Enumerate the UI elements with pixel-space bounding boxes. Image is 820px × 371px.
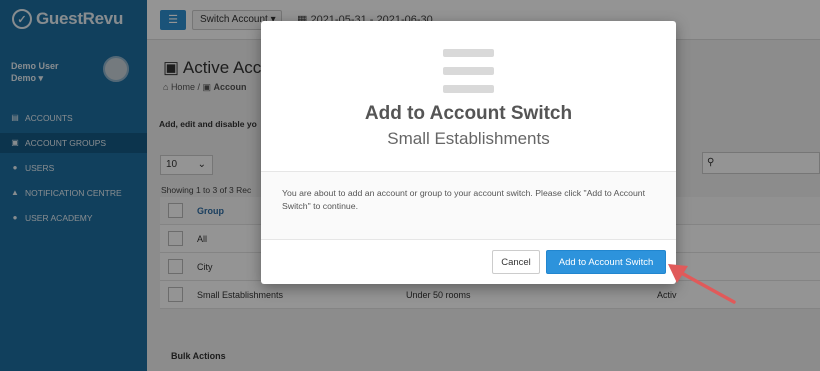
divider xyxy=(261,239,676,240)
dialog-message: You are about to add an account or group… xyxy=(282,188,646,211)
list-icon xyxy=(443,49,494,93)
cancel-button[interactable]: Cancel xyxy=(492,250,540,274)
add-to-account-switch-dialog: Add to Account Switch Small Establishmen… xyxy=(261,21,676,284)
annotation-arrow-icon xyxy=(668,264,736,304)
dialog-title: Add to Account Switch xyxy=(364,103,573,124)
dialog-subtitle: Small Establishments xyxy=(387,129,550,148)
add-to-account-switch-button[interactable]: Add to Account Switch xyxy=(546,250,666,274)
